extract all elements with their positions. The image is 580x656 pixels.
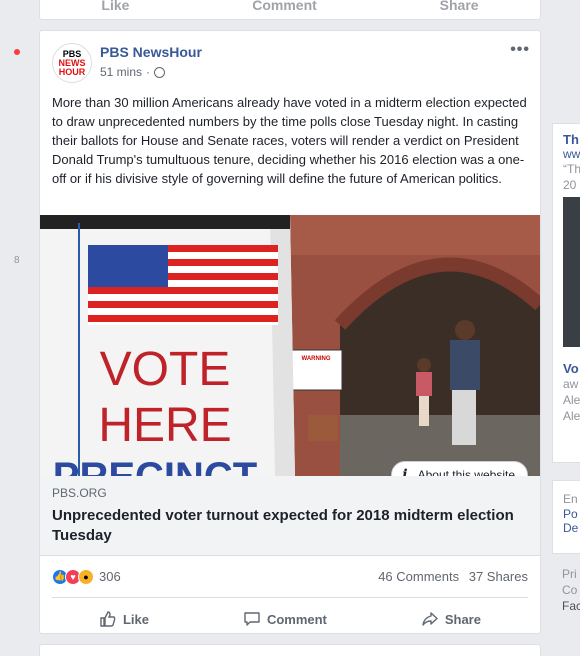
shares-count[interactable]: 37 Shares bbox=[469, 569, 528, 584]
previous-like-button[interactable]: Like bbox=[101, 0, 129, 13]
comment-icon bbox=[244, 612, 260, 626]
left-gutter: 8 bbox=[0, 0, 38, 656]
info-icon: i bbox=[402, 467, 408, 476]
sign-vote-text: VOTE bbox=[100, 343, 231, 396]
sign-here-text: HERE bbox=[98, 399, 231, 452]
page-avatar[interactable]: PBS NEWS HOUR bbox=[52, 43, 92, 83]
share-arrow-icon bbox=[422, 612, 438, 626]
comment-button[interactable]: Comment bbox=[243, 610, 327, 628]
right-sidebar-language: En Po De bbox=[552, 480, 580, 554]
right-news-2-line-3: Ale bbox=[563, 409, 580, 423]
post-card: PBS NEWS HOUR PBS NewsHour 51 mins · •••… bbox=[39, 30, 541, 634]
link-caption[interactable]: PBS.ORG Unprecedented voter turnout expe… bbox=[40, 476, 540, 556]
flag-graphic bbox=[88, 245, 278, 325]
right-news-line: “Th bbox=[563, 162, 580, 176]
about-website-button[interactable]: i About this website bbox=[391, 461, 528, 476]
right-language-line-1: En bbox=[563, 492, 578, 506]
reaction-count: 306 bbox=[99, 569, 121, 584]
comment-label: Comment bbox=[266, 611, 327, 627]
globe-icon[interactable] bbox=[154, 66, 166, 78]
sign-precinct-text: PRECINCT bbox=[53, 455, 257, 476]
comment-share-counts: 46 Comments 37 Shares bbox=[372, 569, 528, 584]
right-news-2-line-1: aw bbox=[563, 377, 579, 391]
post-actions: Like Comment Share bbox=[52, 598, 528, 640]
share-button[interactable]: Share bbox=[421, 610, 481, 628]
post-meta: 51 mins · bbox=[100, 65, 166, 79]
previous-comment-button[interactable]: Comment bbox=[252, 0, 317, 13]
right-news-line-2: 20 bbox=[563, 178, 577, 192]
footer-line-2[interactable]: Co bbox=[552, 582, 580, 598]
link-domain: PBS.ORG bbox=[52, 486, 107, 500]
footer-line-1[interactable]: Pri bbox=[552, 566, 580, 582]
share-label: Share bbox=[444, 611, 481, 627]
like-button[interactable]: Like bbox=[99, 610, 149, 628]
wow-icon: ● bbox=[78, 568, 94, 585]
footer-line-3: Fac bbox=[562, 599, 580, 613]
avatar-line-3: HOUR bbox=[58, 66, 86, 77]
reactions-summary[interactable]: 👍 ♥ ● 306 bbox=[52, 568, 121, 585]
right-news-image[interactable] bbox=[563, 197, 580, 347]
vote-here-photo: WARNING VOTE HERE P bbox=[40, 215, 540, 476]
previous-post-card: Like Comment Share bbox=[39, 0, 541, 20]
right-sidebar-footer: Pri Co Fac bbox=[552, 560, 580, 656]
previous-post-actions: Like Comment Share bbox=[40, 0, 540, 19]
engagement-stats: 👍 ♥ ● 306 46 Comments 37 Shares bbox=[52, 556, 528, 598]
post-timestamp[interactable]: 51 mins bbox=[100, 65, 142, 79]
about-website-label: About this website bbox=[417, 468, 515, 476]
ellipsis-icon[interactable]: ••• bbox=[510, 41, 530, 59]
gutter-count: 8 bbox=[14, 255, 20, 266]
notification-dot bbox=[14, 49, 20, 55]
next-post-card bbox=[39, 644, 541, 656]
thumbs-up-icon bbox=[100, 611, 116, 627]
previous-share-button[interactable]: Share bbox=[440, 0, 479, 13]
link-preview-image[interactable]: WARNING VOTE HERE P bbox=[40, 215, 540, 476]
right-news-2-title[interactable]: Vo bbox=[553, 361, 580, 376]
post-body-text: More than 30 million Americans already h… bbox=[52, 95, 527, 186]
right-language-line-2[interactable]: Po bbox=[553, 507, 580, 521]
right-language-line-3[interactable]: De bbox=[553, 521, 580, 535]
page-name-link[interactable]: PBS NewsHour bbox=[100, 44, 202, 60]
post-header: PBS NEWS HOUR PBS NewsHour 51 mins · ••• bbox=[40, 31, 540, 93]
comments-count[interactable]: 46 Comments bbox=[378, 569, 459, 584]
meta-separator: · bbox=[146, 65, 151, 79]
link-title[interactable]: Unprecedented voter turnout expected for… bbox=[52, 506, 528, 546]
right-sidebar-news[interactable]: Th ww “Th 20 Vo aw Ale Ale bbox=[552, 123, 580, 463]
like-label: Like bbox=[122, 611, 149, 627]
right-news-2-line-2: Ale bbox=[563, 393, 580, 407]
right-news-url: ww bbox=[563, 147, 580, 161]
right-news-title[interactable]: Th bbox=[553, 132, 580, 147]
warning-sign-title: WARNING bbox=[302, 356, 331, 362]
